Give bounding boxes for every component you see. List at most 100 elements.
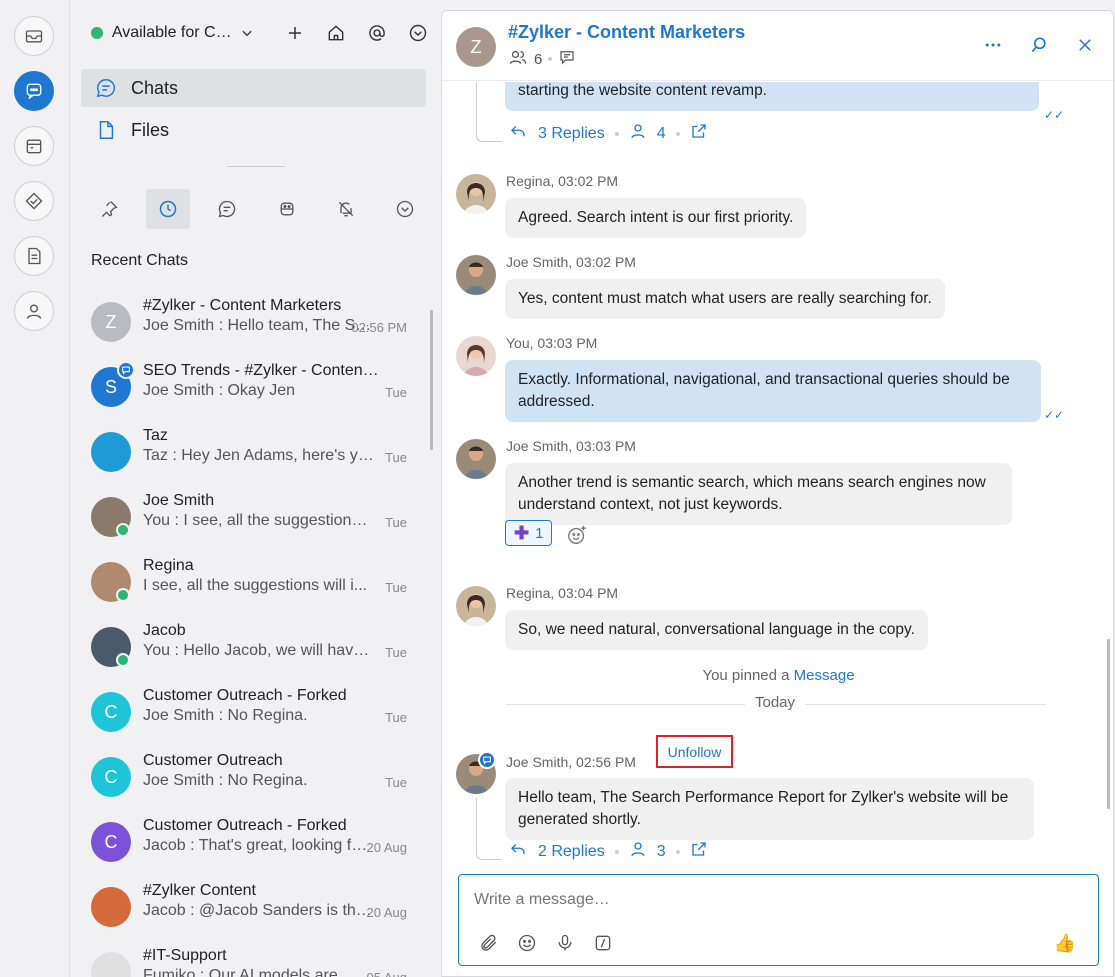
search-icon[interactable] xyxy=(1027,33,1051,57)
notes-icon[interactable] xyxy=(14,236,54,276)
thread-participant-count[interactable]: 3 xyxy=(657,843,666,861)
calendar-icon[interactable] xyxy=(14,126,54,166)
chat-list-item[interactable]: C Customer Outreach - Forked Jacob : That'… xyxy=(71,810,441,875)
chat-list-item[interactable]: Joe Smith You : I see, all the suggestion… xyxy=(71,485,441,550)
pin-icon[interactable] xyxy=(87,189,131,229)
message-bubble[interactable]: Hello team, The Search Performance Repor… xyxy=(505,778,1034,840)
message-bubble[interactable]: Yes, content must match what users are r… xyxy=(505,279,945,319)
tasks-icon[interactable] xyxy=(14,181,54,221)
thread-badge-icon xyxy=(117,361,135,379)
message-bubble[interactable]: So, we need natural, conversational lang… xyxy=(505,610,928,650)
chat-list-item[interactable]: Taz Taz : Hey Jen Adams, here's your dail… xyxy=(71,420,441,485)
unfollow-thread-button[interactable]: Unfollow xyxy=(656,735,733,768)
chat-preview: Joe Smith : No Regina. xyxy=(143,772,308,789)
message-sender: You, 03:03 PM xyxy=(506,335,598,351)
open-thread-icon[interactable] xyxy=(690,122,708,145)
file-icon xyxy=(95,119,117,141)
chat-name: #Zylker - Content Marketers xyxy=(143,297,342,314)
member-count[interactable]: 6 xyxy=(534,51,542,68)
chat-list-item[interactable]: C Customer Outreach Joe Smith : No Regina.… xyxy=(71,745,441,810)
online-status-icon xyxy=(116,588,130,602)
open-thread-icon[interactable] xyxy=(690,840,708,863)
thread-connector xyxy=(476,798,502,860)
avatar-joe-smith[interactable] xyxy=(456,255,496,295)
emoji-icon[interactable] xyxy=(517,933,537,953)
thread-replies-link[interactable]: 2 Replies xyxy=(538,843,605,861)
chat-preview: I see, all the suggestions will i... xyxy=(143,577,368,594)
recent-chats-heading: Recent Chats xyxy=(91,252,188,269)
message-bubble[interactable]: Exactly. Informational, navigational, an… xyxy=(505,360,1041,422)
nav-files[interactable]: Files xyxy=(81,111,426,149)
chat-list-item[interactable]: C Customer Outreach - Forked Joe Smith : N… xyxy=(71,680,441,745)
channel-description-icon[interactable] xyxy=(558,48,576,70)
channel-title[interactable]: #Zylker - Content Marketers xyxy=(508,22,745,43)
bot-icon[interactable] xyxy=(265,189,309,229)
more-filters-icon[interactable] xyxy=(383,189,427,229)
thread-participant-count[interactable]: 4 xyxy=(657,125,666,143)
pinned-message-link[interactable]: Message xyxy=(794,667,855,684)
chat-filter-icon[interactable] xyxy=(205,189,249,229)
attachment-icon[interactable] xyxy=(479,933,499,953)
chat-preview: Jacob : That's great, looking forward to… xyxy=(143,837,375,854)
avatar-regina[interactable] xyxy=(456,586,496,626)
mention-icon[interactable] xyxy=(364,20,390,46)
chat-list-item[interactable]: #Zylker Content Jacob : @Jacob Sanders is… xyxy=(71,875,441,940)
chat-avatar: C xyxy=(91,692,131,732)
plus-reaction-icon: ✚ xyxy=(514,522,530,543)
plus-icon[interactable] xyxy=(282,20,308,46)
status-row: Available for Chat xyxy=(91,20,431,46)
chat-timestamp: 20 Aug xyxy=(366,840,408,855)
message-input[interactable] xyxy=(474,891,1034,909)
close-icon[interactable] xyxy=(1073,33,1097,57)
message-list: starting the website content revamp. ✓✓ … xyxy=(442,82,1113,872)
home-icon[interactable] xyxy=(323,20,349,46)
nav-chats[interactable]: Chats xyxy=(81,69,426,107)
chat-list-item[interactable]: #IT-Support Fumiko : Our AI models are 05 … xyxy=(71,940,441,977)
chat-list-item[interactable]: Z #Zylker - Content Marketers Joe Smith : … xyxy=(71,290,441,355)
chat-preview: Joe Smith : Okay Jen xyxy=(143,382,296,399)
microphone-icon[interactable] xyxy=(555,933,575,953)
contacts-icon[interactable] xyxy=(14,291,54,331)
reply-arrow-icon[interactable] xyxy=(508,840,528,863)
message-text: Another trend is semantic search, which … xyxy=(518,474,986,513)
reaction-chip[interactable]: ✚ 1 xyxy=(505,520,553,546)
read-receipt-icon: ✓✓ xyxy=(1044,108,1065,122)
more-options-icon[interactable] xyxy=(405,20,431,46)
format-icon[interactable] xyxy=(593,933,613,953)
muted-bell-icon[interactable] xyxy=(324,189,368,229)
avatar-joe-smith[interactable] xyxy=(456,439,496,479)
channel-avatar[interactable]: Z xyxy=(456,27,496,67)
members-icon[interactable] xyxy=(508,47,528,71)
chat-list: Z #Zylker - Content Marketers Joe Smith : … xyxy=(71,290,441,977)
channel-meta: 6 xyxy=(508,47,576,71)
chat-list-item[interactable]: SSEO Trends - #Zylker - Content Marketer… xyxy=(71,355,441,420)
add-reaction-icon[interactable] xyxy=(566,524,588,550)
chat-icon[interactable] xyxy=(14,71,54,111)
chat-list-item[interactable]: Regina I see, all the suggestions will i.… xyxy=(71,550,441,615)
message-bubble[interactable]: starting the website content revamp. xyxy=(505,82,1039,111)
mail-icon[interactable] xyxy=(14,16,54,56)
pinned-notice: You pinned a Message xyxy=(442,667,1113,684)
participants-icon xyxy=(629,122,647,145)
avatar-regina[interactable] xyxy=(456,174,496,214)
avatar-you[interactable] xyxy=(456,336,496,376)
chat-preview: Taz : Hey Jen Adams, here's your daily s… xyxy=(143,447,375,464)
nav-files-label: Files xyxy=(131,119,170,140)
chat-name: Taz xyxy=(143,427,168,444)
online-status-icon xyxy=(116,653,130,667)
reply-arrow-icon[interactable] xyxy=(508,122,528,145)
thread-replies-link[interactable]: 3 Replies xyxy=(538,125,605,143)
recent-clock-icon[interactable] xyxy=(146,189,191,229)
message-bubble[interactable]: Agreed. Search intent is our first prior… xyxy=(505,198,807,238)
chat-preview: Joe Smith : No Regina. xyxy=(143,707,308,724)
status-selector[interactable]: Available for Chat xyxy=(112,24,234,42)
message-bubble[interactable]: Another trend is semantic search, which … xyxy=(505,463,1012,525)
more-icon[interactable] xyxy=(981,33,1005,57)
chat-preview: Joe Smith : Hello team, The Search Perfo… xyxy=(143,317,375,334)
scrollbar[interactable] xyxy=(430,310,433,450)
thumbs-up-icon[interactable]: 👍 xyxy=(1054,933,1076,954)
chevron-down-icon[interactable] xyxy=(240,26,254,40)
scrollbar[interactable] xyxy=(1107,639,1110,809)
message-composer: 👍 xyxy=(458,874,1099,966)
chat-list-item[interactable]: Jacob You : Hello Jacob, we will have a m… xyxy=(71,615,441,680)
